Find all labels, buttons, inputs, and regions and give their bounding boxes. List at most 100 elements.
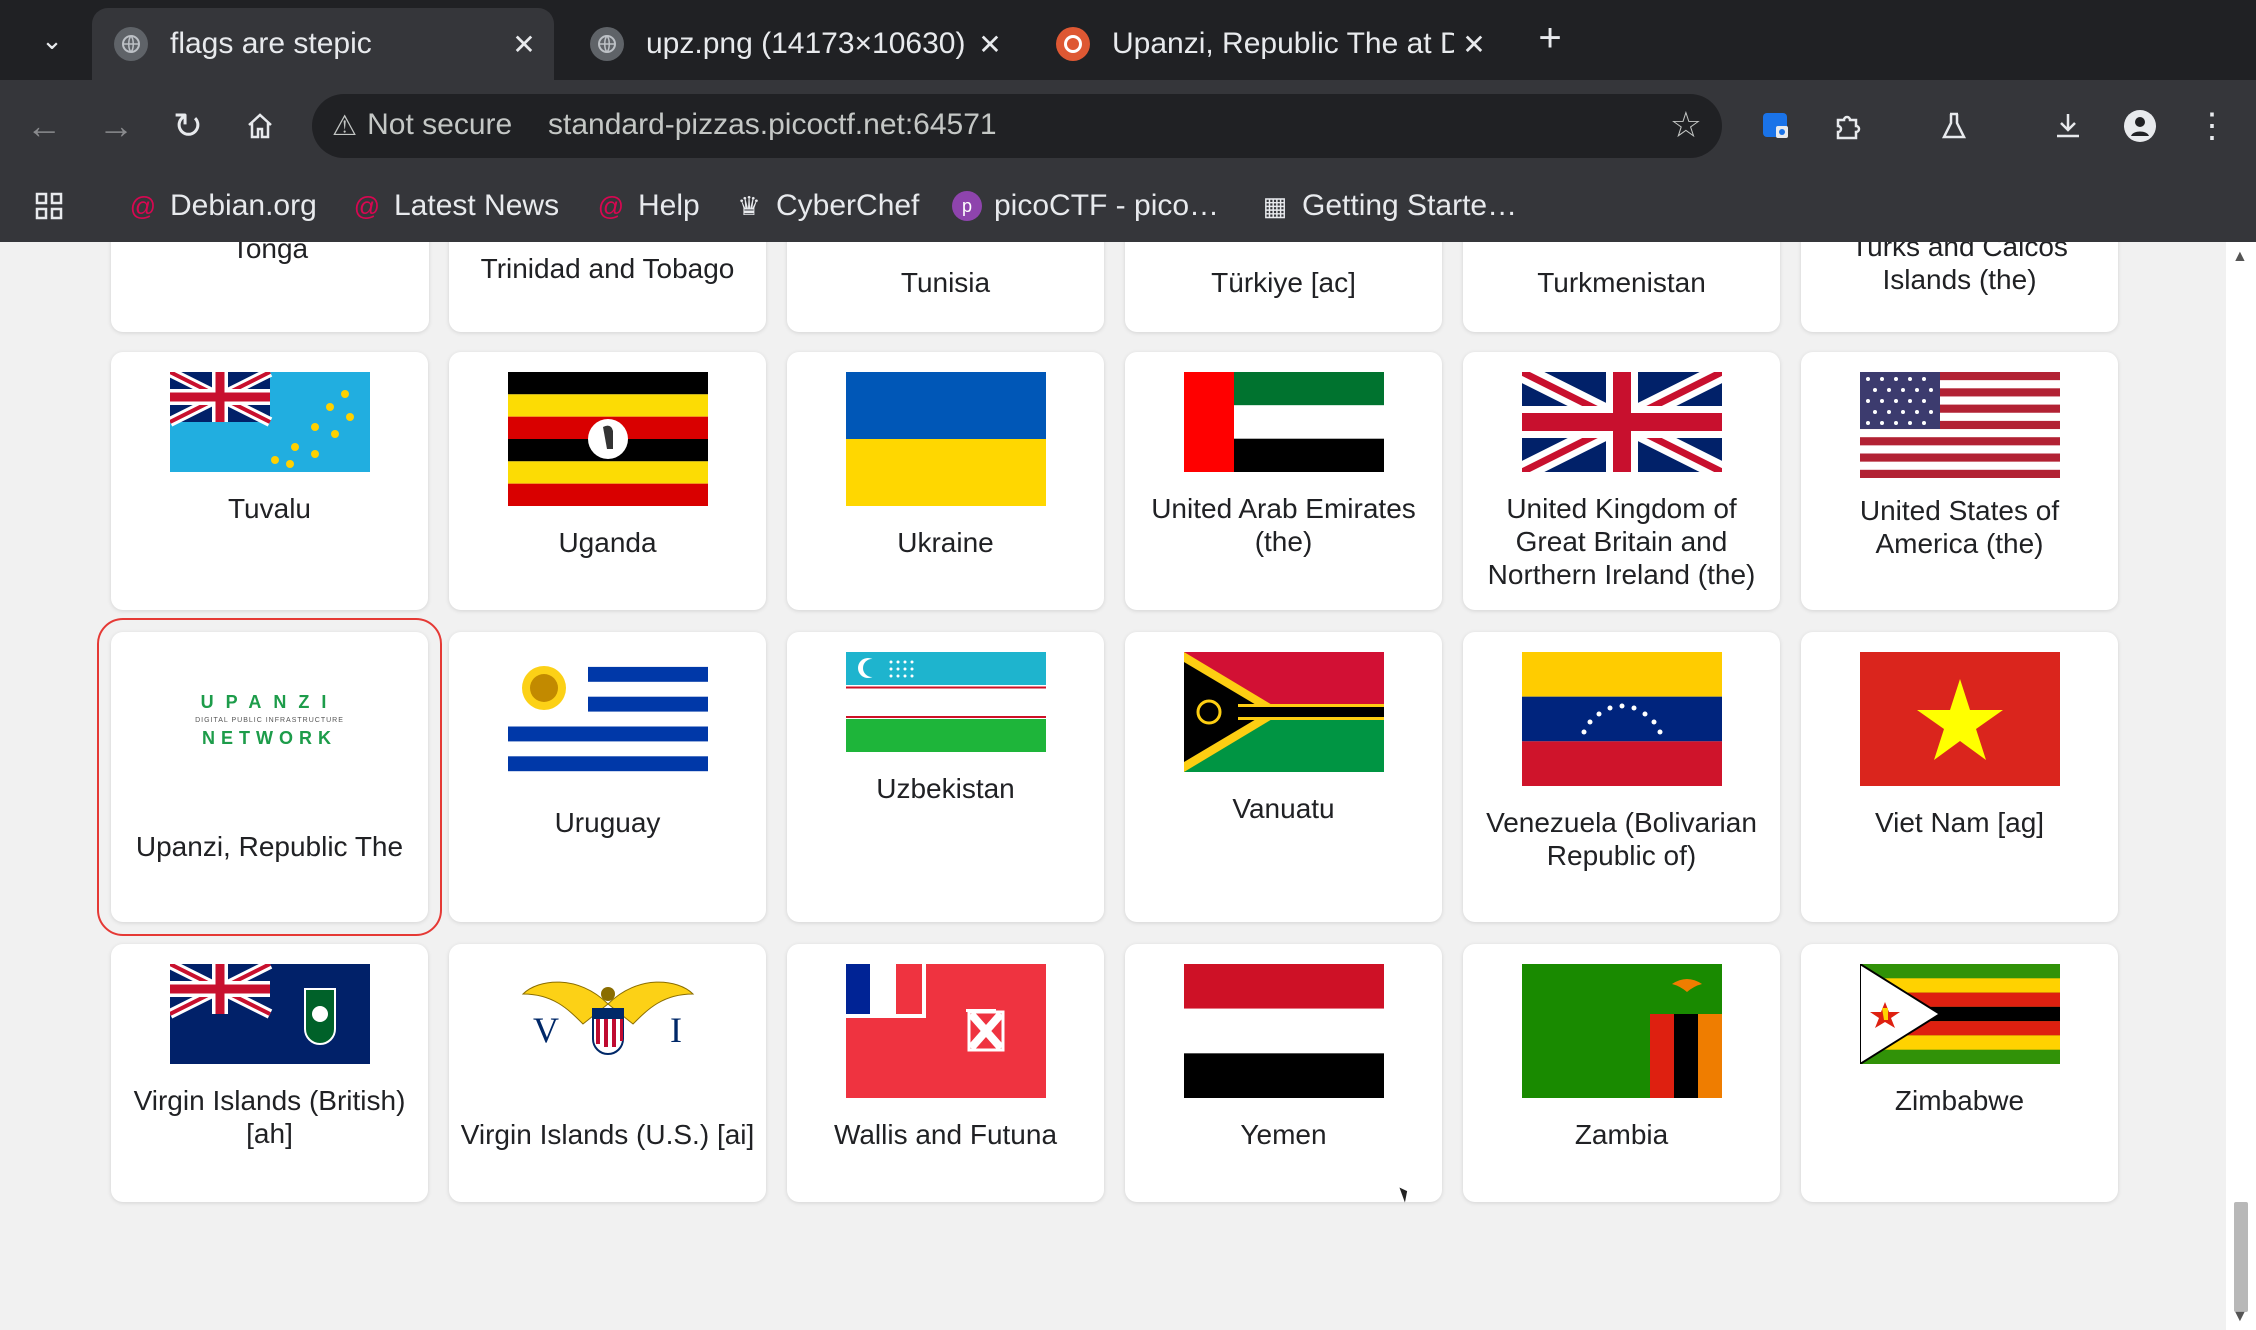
uganda-flag bbox=[508, 372, 708, 506]
bookmark-label: Getting Starte… bbox=[1302, 189, 1518, 222]
tab-close-icon[interactable]: ✕ bbox=[504, 28, 544, 61]
country-card-yemen[interactable]: Yemen bbox=[1125, 944, 1442, 1202]
menu-kebab-icon[interactable]: ⋮ bbox=[2188, 102, 2236, 150]
bookmark-label: Debian.org bbox=[170, 189, 317, 222]
country-card-turkiye[interactable]: Türkiye [ac] bbox=[1125, 242, 1442, 332]
vietnam-flag bbox=[1860, 652, 2060, 786]
bookmark-getting-started[interactable]: ▦ Getting Starte… bbox=[1260, 184, 1517, 228]
bookmark-picoctf[interactable]: p picoCTF - pico… bbox=[952, 184, 1219, 228]
country-card-turkmenistan[interactable]: Turkmenistan bbox=[1463, 242, 1780, 332]
country-name: Türkiye [ac] bbox=[1211, 267, 1356, 298]
country-name: Uganda bbox=[558, 527, 657, 558]
country-card-zimbabwe[interactable]: Zimbabwe bbox=[1801, 944, 2118, 1202]
security-indicator[interactable]: ⚠ Not secure bbox=[332, 108, 512, 142]
logo-line2: DIGITAL PUBLIC INFRASTRUCTURE bbox=[195, 717, 344, 724]
warning-triangle-icon: ⚠ bbox=[332, 109, 358, 141]
debian-swirl-icon: @ bbox=[129, 190, 157, 221]
country-name: Tunisia bbox=[900, 267, 991, 298]
svg-text:V: V bbox=[533, 1010, 559, 1050]
logo-line3: NETWORK bbox=[202, 728, 337, 748]
upanzi-logo: UPANZI DIGITAL PUBLIC INFRASTRUCTURE NET… bbox=[131, 692, 408, 749]
wallis-futuna-flag bbox=[846, 964, 1046, 1098]
country-card-upanzi[interactable]: UPANZI DIGITAL PUBLIC INFRASTRUCTURE NET… bbox=[97, 618, 442, 936]
country-card-tonga[interactable]: Tonga bbox=[111, 242, 429, 332]
uae-flag bbox=[1184, 372, 1384, 472]
bookmark-cyberchef[interactable]: ♛ CyberChef bbox=[734, 184, 919, 228]
bvi-flag bbox=[170, 964, 370, 1064]
tab-upanzi[interactable]: Upanzi, Republic The at D ✕ bbox=[1034, 8, 1504, 80]
country-card-bvi[interactable]: Virgin Islands (British) [ah] bbox=[111, 944, 428, 1202]
url-text[interactable]: standard-pizzas.picoctf.net:64571 bbox=[548, 108, 997, 142]
country-name: Upanzi, Republic The bbox=[135, 831, 404, 862]
bookmark-star-icon[interactable]: ☆ bbox=[1670, 104, 1702, 146]
tab-close-icon[interactable]: ✕ bbox=[1454, 28, 1494, 61]
country-card-wallis-futuna[interactable]: Wallis and Futuna bbox=[787, 944, 1104, 1202]
tuvalu-flag bbox=[170, 372, 370, 472]
country-card-zambia[interactable]: Zambia bbox=[1463, 944, 1780, 1202]
debian-swirl-icon: @ bbox=[597, 190, 625, 221]
bookmark-debian[interactable]: @ Debian.org bbox=[128, 184, 317, 228]
country-name: Tuvalu bbox=[227, 493, 311, 524]
browser-chrome: ⌄ flags are stepic ✕ upz.png (14173×1063… bbox=[0, 0, 2256, 242]
new-tab-button[interactable]: + bbox=[1528, 16, 1572, 60]
country-card-trinidad[interactable]: Trinidad and Tobago bbox=[449, 242, 766, 332]
bookmark-label: Latest News bbox=[394, 189, 560, 222]
bookmark-label: CyberChef bbox=[776, 189, 920, 222]
country-name: Ukraine bbox=[897, 527, 994, 558]
chef-hat-icon: ♛ bbox=[737, 190, 761, 221]
profile-avatar-icon[interactable] bbox=[2116, 102, 2164, 150]
apps-grid-icon[interactable] bbox=[34, 184, 64, 228]
country-card-venezuela[interactable]: Venezuela (Bolivarian Republic of) bbox=[1463, 632, 1780, 922]
country-name: Vanuatu bbox=[1232, 793, 1335, 824]
bookmark-latest-news[interactable]: @ Latest News bbox=[352, 184, 559, 228]
country-card-tunisia[interactable]: Tunisia bbox=[787, 242, 1104, 332]
forward-arrow-icon[interactable]: → bbox=[92, 102, 140, 150]
country-card-ukraine[interactable]: Ukraine bbox=[787, 352, 1104, 610]
picoctf-logo-icon: p bbox=[952, 191, 982, 221]
country-card-usa[interactable]: United States of America (the) bbox=[1801, 352, 2118, 610]
scrollbar-thumb[interactable] bbox=[2234, 1202, 2248, 1312]
country-card-uganda[interactable]: Uganda bbox=[449, 352, 766, 610]
country-name: Tonga bbox=[231, 242, 309, 264]
country-card-vanuatu[interactable]: Vanuatu bbox=[1125, 632, 1442, 922]
tab-flags[interactable]: flags are stepic ✕ bbox=[92, 8, 554, 80]
vanuatu-flag bbox=[1184, 652, 1384, 772]
book-icon: ▦ bbox=[1262, 190, 1288, 221]
country-name: Viet Nam [ag] bbox=[1874, 807, 2045, 838]
country-name: United States of America (the) bbox=[1859, 495, 2060, 559]
country-name: United Kingdom of Great Britain and Nort… bbox=[1487, 493, 1756, 590]
country-card-uruguay[interactable]: Uruguay bbox=[449, 632, 766, 922]
puzzle-extensions-icon[interactable] bbox=[1824, 102, 1872, 150]
country-card-uae[interactable]: United Arab Emirates (the) bbox=[1125, 352, 1442, 610]
tab-search-chevron-icon[interactable]: ⌄ bbox=[28, 20, 76, 60]
tab-upz-image[interactable]: upz.png (14173×10630) ✕ bbox=[568, 8, 1020, 80]
shield-extension-icon[interactable] bbox=[1752, 102, 1800, 150]
globe-icon bbox=[590, 27, 624, 61]
country-name: Uzbekistan bbox=[876, 773, 1015, 804]
scroll-down-arrow-icon[interactable]: ▼ bbox=[2232, 1308, 2248, 1326]
country-name: Venezuela (Bolivarian Republic of) bbox=[1486, 807, 1757, 871]
country-card-turks-caicos[interactable]: Turks and Caicos Islands (the) bbox=[1801, 242, 2118, 332]
country-card-tuvalu[interactable]: Tuvalu bbox=[111, 352, 428, 610]
country-name: Turkmenistan bbox=[1537, 267, 1706, 298]
download-icon[interactable] bbox=[2044, 102, 2092, 150]
bookmark-help[interactable]: @ Help bbox=[596, 184, 700, 228]
country-name: Yemen bbox=[1240, 1119, 1327, 1150]
yemen-flag bbox=[1184, 964, 1384, 1098]
uk-flag bbox=[1522, 372, 1722, 472]
tab-title: flags are stepic bbox=[170, 27, 372, 60]
flask-labs-icon[interactable] bbox=[1930, 102, 1978, 150]
reload-icon[interactable]: ↻ bbox=[164, 102, 212, 150]
scroll-up-arrow-icon[interactable]: ▲ bbox=[2232, 248, 2248, 266]
country-card-usvi[interactable]: VI Virgin Islands (U.S.) [ai] bbox=[449, 944, 766, 1202]
ukraine-flag bbox=[846, 372, 1046, 506]
home-icon[interactable] bbox=[236, 102, 284, 150]
country-card-vietnam[interactable]: Viet Nam [ag] bbox=[1801, 632, 2118, 922]
tab-close-icon[interactable]: ✕ bbox=[970, 28, 1010, 61]
page-scrollbar[interactable]: ▲ ▼ bbox=[2226, 242, 2256, 1330]
country-card-uzbekistan[interactable]: Uzbekistan bbox=[787, 632, 1104, 922]
address-bar[interactable]: ⚠ Not secure standard-pizzas.picoctf.net… bbox=[312, 94, 1722, 158]
country-card-uk[interactable]: United Kingdom of Great Britain and Nort… bbox=[1463, 352, 1780, 610]
svg-text:I: I bbox=[670, 1010, 682, 1050]
back-arrow-icon[interactable]: ← bbox=[20, 102, 68, 150]
